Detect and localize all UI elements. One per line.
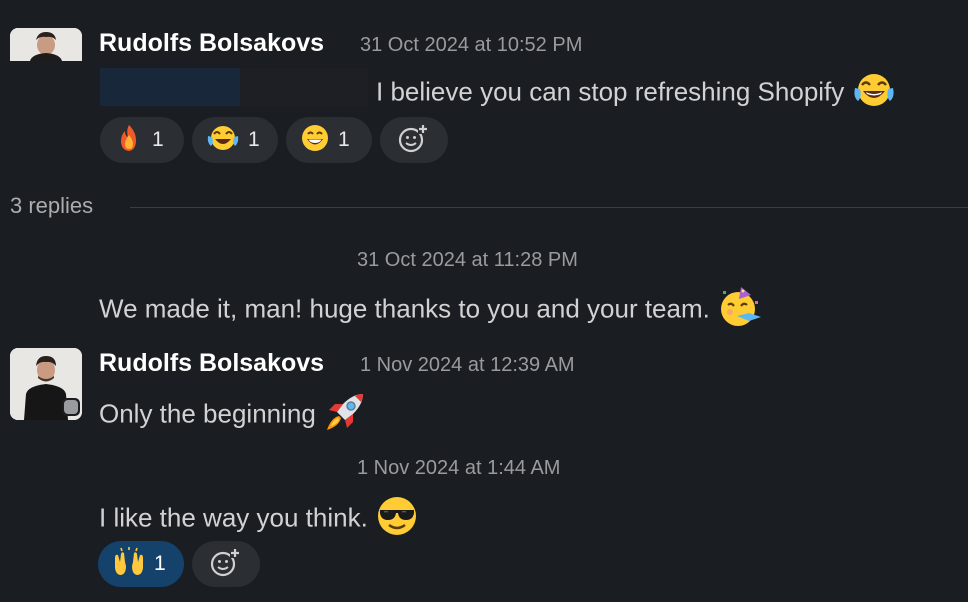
avatar[interactable] [10, 28, 82, 61]
joy-emoji-icon [206, 123, 240, 158]
partying-face-emoji-icon [717, 285, 763, 336]
message-text: I like the way you think. [99, 494, 419, 545]
author-name[interactable]: Rudolfs Bolsakovs [99, 349, 324, 378]
joy-emoji-icon [852, 71, 896, 116]
message-text: I believe you can stop refreshing Shopif… [376, 71, 896, 116]
reaction-count: 1 [154, 552, 166, 575]
add-reaction-icon [397, 121, 431, 160]
message-text: We made it, man! huge thanks to you and … [99, 285, 763, 336]
message-text-content: We made it, man! huge thanks to you and … [99, 293, 710, 324]
raised-hands-emoji-icon [112, 546, 146, 583]
presence-status-away-icon [62, 398, 80, 416]
message-timestamp[interactable]: 31 Oct 2024 at 11:28 PM [357, 249, 578, 272]
message-text-content: Only the beginning [99, 398, 316, 429]
reaction-joy[interactable]: 1 [192, 117, 278, 163]
message-timestamp[interactable]: 31 Oct 2024 at 10:52 PM [360, 34, 582, 57]
message-text-content: I like the way you think. [99, 502, 368, 533]
reaction-fire[interactable]: 1 [100, 117, 184, 163]
author-name[interactable]: Rudolfs Bolsakovs [99, 29, 324, 58]
add-reaction-button[interactable] [380, 117, 448, 163]
sunglasses-emoji-icon [375, 494, 419, 545]
reaction-count: 1 [152, 128, 164, 151]
reaction-count: 1 [248, 128, 260, 151]
message-timestamp[interactable]: 1 Nov 2024 at 12:39 AM [360, 354, 575, 377]
add-reaction-button[interactable] [192, 541, 260, 587]
replies-count-link[interactable]: 3 replies [10, 193, 93, 219]
message-thread: Rudolfs Bolsakovs 31 Oct 2024 at 10:52 P… [0, 0, 968, 602]
reaction-grin[interactable]: 1 [286, 117, 372, 163]
message-text: Only the beginning [99, 390, 367, 441]
message-text-content: I believe you can stop refreshing Shopif… [376, 76, 845, 107]
grin-emoji-icon [300, 123, 330, 158]
reaction-count: 1 [338, 128, 350, 151]
add-reaction-icon [209, 545, 243, 584]
rocket-emoji-icon [323, 390, 367, 441]
fire-emoji-icon [114, 123, 144, 158]
reaction-raised-hands[interactable]: 1 [98, 541, 184, 587]
message-timestamp[interactable]: 1 Nov 2024 at 1:44 AM [357, 457, 560, 480]
divider [130, 207, 968, 208]
redacted-text-block [100, 68, 368, 106]
